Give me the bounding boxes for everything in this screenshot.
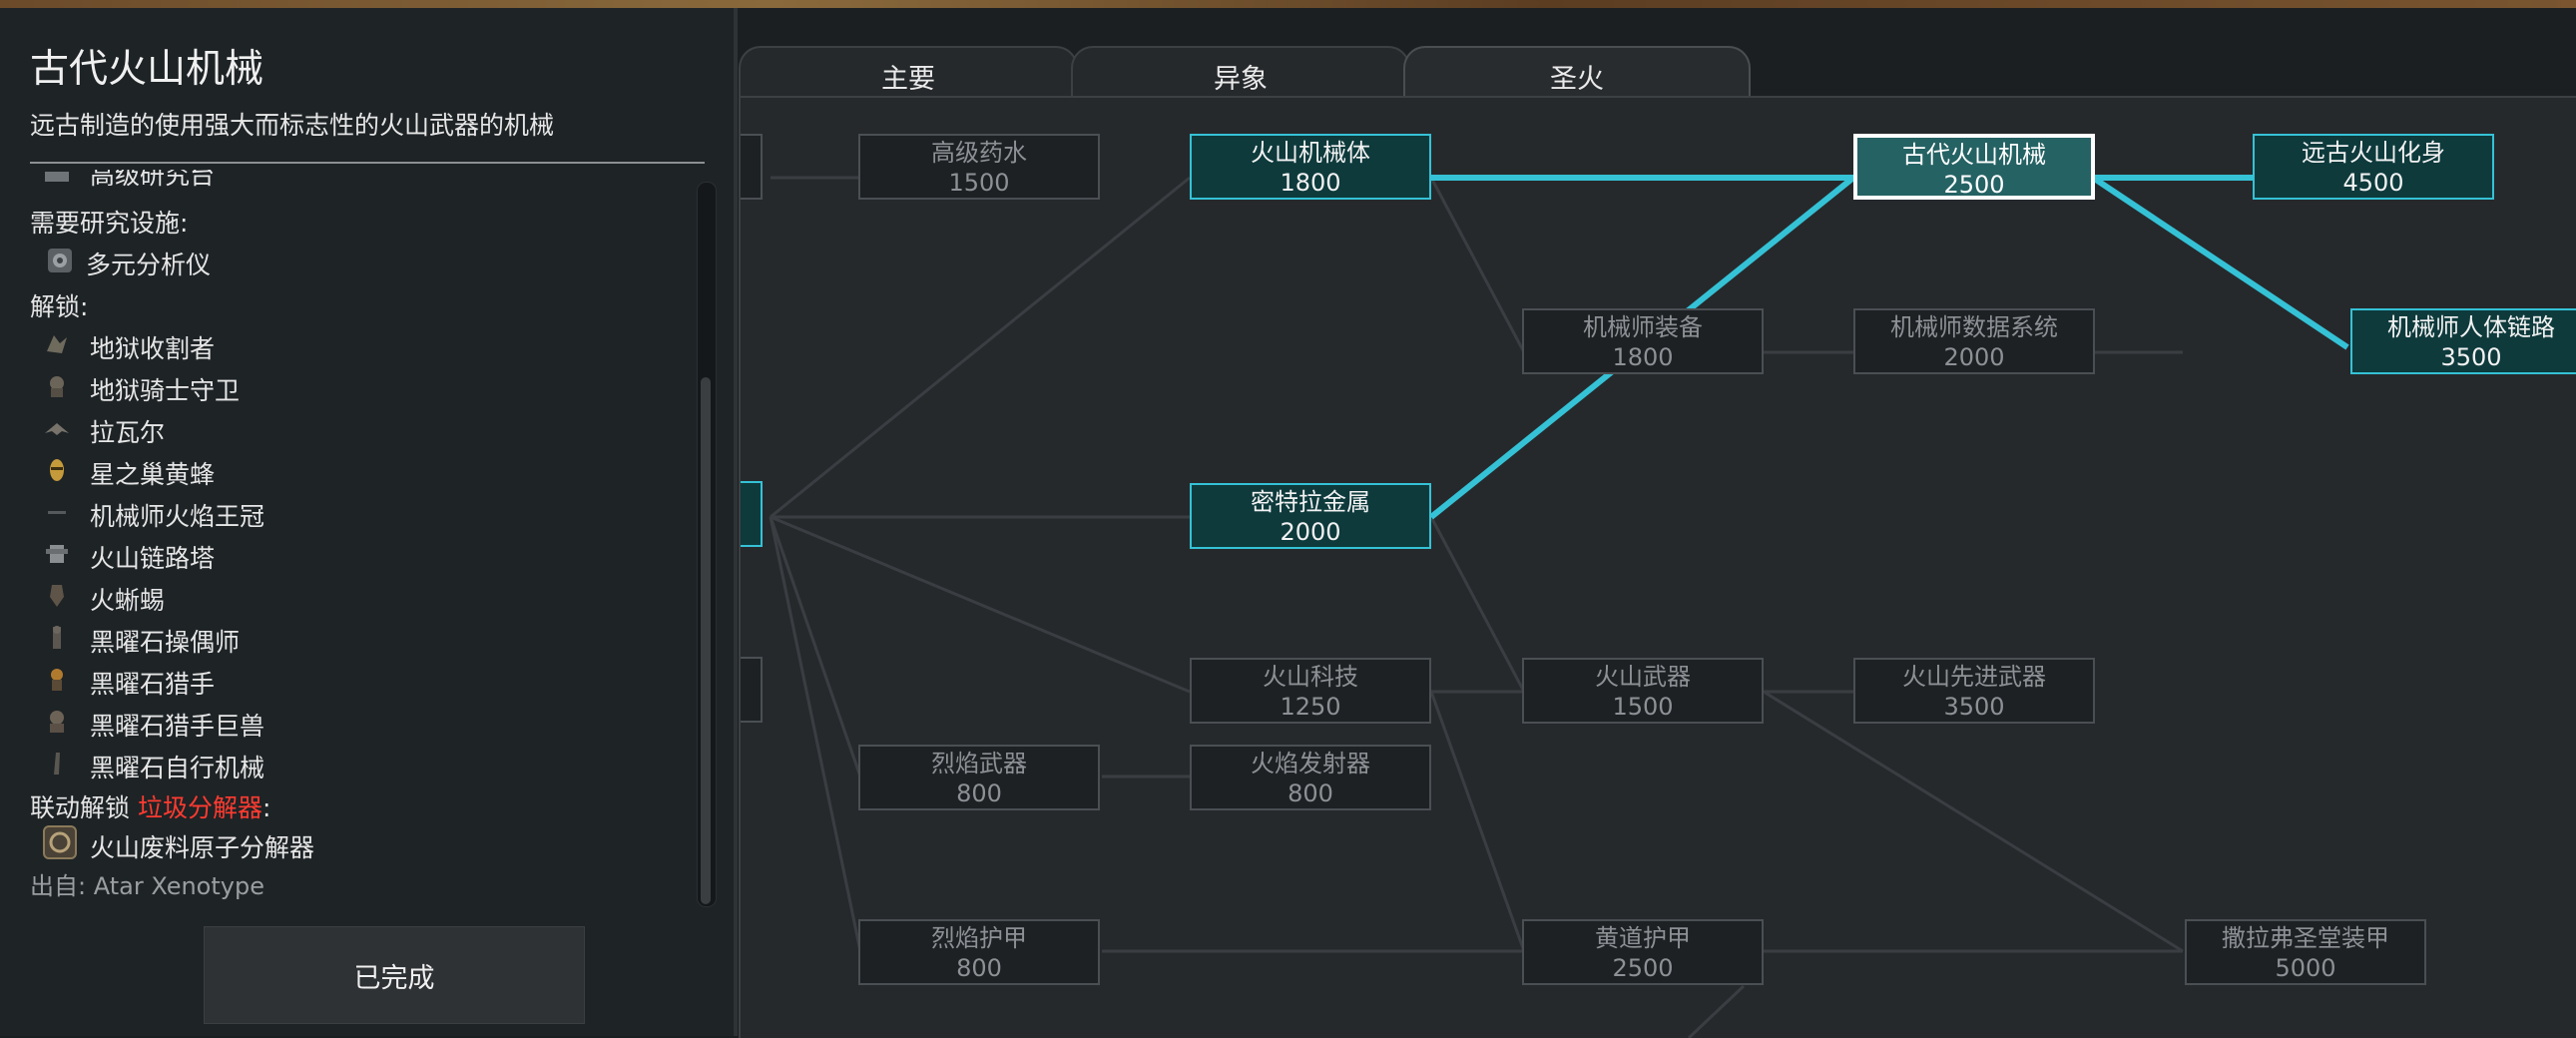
unlock-item[interactable]: 火山链路塔 — [90, 539, 215, 575]
facilities-label: 需要研究设施: — [30, 209, 189, 238]
research-node-volcano-weapon[interactable]: 火山武器 1500 — [1522, 658, 1764, 724]
research-connection-lines — [769, 175, 2349, 1038]
research-node-volcano-adv-weapon[interactable]: 火山先进武器 3500 — [1853, 658, 2095, 724]
detail-scroll-area[interactable]: 高级研究台 需要研究设施: 多元分析仪 解锁: 地狱收割者 地狱骑士守卫 拉瓦尔… — [0, 170, 689, 903]
obsidian-automaton-icon[interactable] — [42, 749, 72, 778]
unlock-item[interactable]: 拉瓦尔 — [90, 413, 165, 449]
unlock-item[interactable]: 火蜥蜴 — [90, 581, 165, 617]
salamander-icon[interactable] — [42, 581, 72, 611]
unlock-item[interactable]: 黑曜石猎手 — [90, 665, 215, 701]
research-bench-icon — [45, 172, 69, 182]
hell-knight-guard-icon[interactable] — [42, 371, 72, 401]
research-node-mech-equipment[interactable]: 机械师装备 1800 — [1522, 308, 1764, 374]
research-node-mithril[interactable]: 密特拉金属 2000 — [1190, 483, 1431, 549]
linked-unlock-item[interactable]: 火山废料原子分解器 — [90, 828, 314, 864]
detail-scrollbar-thumb[interactable] — [701, 377, 711, 904]
research-node-flame-armor[interactable]: 烈焰护甲 800 — [858, 919, 1100, 985]
flame-crown-icon[interactable] — [42, 497, 72, 527]
source-line: 出自: Atar Xenotype — [30, 872, 264, 900]
obsidian-hunter-behemoth-icon[interactable] — [42, 707, 72, 737]
research-title: 古代火山机械 — [30, 47, 264, 92]
research-node-mech-body-link[interactable]: 机械师人体链路 3500 — [2350, 308, 2576, 374]
research-node-cut[interactable] — [741, 657, 763, 723]
unlock-item[interactable]: 黑曜石猎手巨兽 — [90, 707, 264, 743]
research-node-adv-potion[interactable]: 高级药水 1500 — [858, 134, 1100, 200]
multi-analyzer-icon[interactable] — [45, 246, 75, 275]
unlock-item[interactable]: 机械师火焰王冠 — [90, 497, 264, 533]
research-tab-bar: 主要 异象 圣火 — [739, 8, 2576, 104]
obsidian-hunter-icon[interactable] — [42, 665, 72, 695]
hell-reaper-icon[interactable] — [42, 329, 72, 359]
unlocks-label: 解锁: — [30, 292, 89, 321]
title-separator — [30, 162, 705, 164]
lavar-icon[interactable] — [42, 413, 72, 443]
research-tree-view[interactable]: 高级药水 1500 火山机械体 1800 古代火山机械 2500 远古火山化身 4500… — [739, 96, 2576, 1038]
research-node-zodiac-armor[interactable]: 黄道护甲 2500 — [1522, 919, 1764, 985]
completed-button[interactable]: 已完成 — [204, 926, 585, 1024]
linked-unlock-label: 联动解锁 垃圾分解器: — [30, 793, 271, 822]
research-node-flame-launcher[interactable]: 火焰发射器 800 — [1190, 745, 1431, 810]
research-node-ancient-avatar[interactable]: 远古火山化身 4500 — [2253, 134, 2494, 200]
prereq-item-partial: 高级研究台 — [90, 170, 216, 190]
starhive-wasp-icon[interactable] — [42, 455, 72, 485]
research-node-cut[interactable] — [741, 134, 763, 200]
obsidian-puppeteer-icon[interactable] — [42, 623, 72, 653]
game-background-strip — [0, 0, 2576, 8]
atomic-disassembler-icon[interactable] — [42, 824, 78, 860]
unlock-item[interactable]: 地狱骑士守卫 — [90, 371, 240, 407]
volcano-link-tower-icon[interactable] — [42, 539, 72, 569]
unlock-item[interactable]: 黑曜石操偶师 — [90, 623, 240, 659]
unlock-item[interactable]: 地狱收割者 — [90, 329, 215, 365]
research-node-volcano-mech-body[interactable]: 火山机械体 1800 — [1190, 134, 1431, 200]
unlock-item[interactable]: 星之巢黄蜂 — [90, 455, 215, 491]
research-node-seraph-armor[interactable]: 撒拉弗圣堂装甲 5000 — [2185, 919, 2426, 985]
panel-divider — [734, 8, 738, 1036]
source-value: Atar Xenotype — [93, 872, 264, 900]
research-node-cut[interactable] — [741, 481, 763, 547]
research-node-volcano-tech[interactable]: 火山科技 1250 — [1190, 658, 1431, 724]
research-node-flame-weapon[interactable]: 烈焰武器 800 — [858, 745, 1100, 810]
unlock-item[interactable]: 黑曜石自行机械 — [90, 749, 264, 784]
research-node-ancient-volcano-mech[interactable]: 古代火山机械 2500 — [1853, 134, 2095, 200]
facility-item[interactable]: 多元分析仪 — [86, 246, 211, 281]
research-node-mech-data-system[interactable]: 机械师数据系统 2000 — [1853, 308, 2095, 374]
research-description: 远古制造的使用强大而标志性的火山武器的机械 — [30, 111, 555, 140]
linked-unlock-name[interactable]: 垃圾分解器 — [138, 793, 262, 822]
